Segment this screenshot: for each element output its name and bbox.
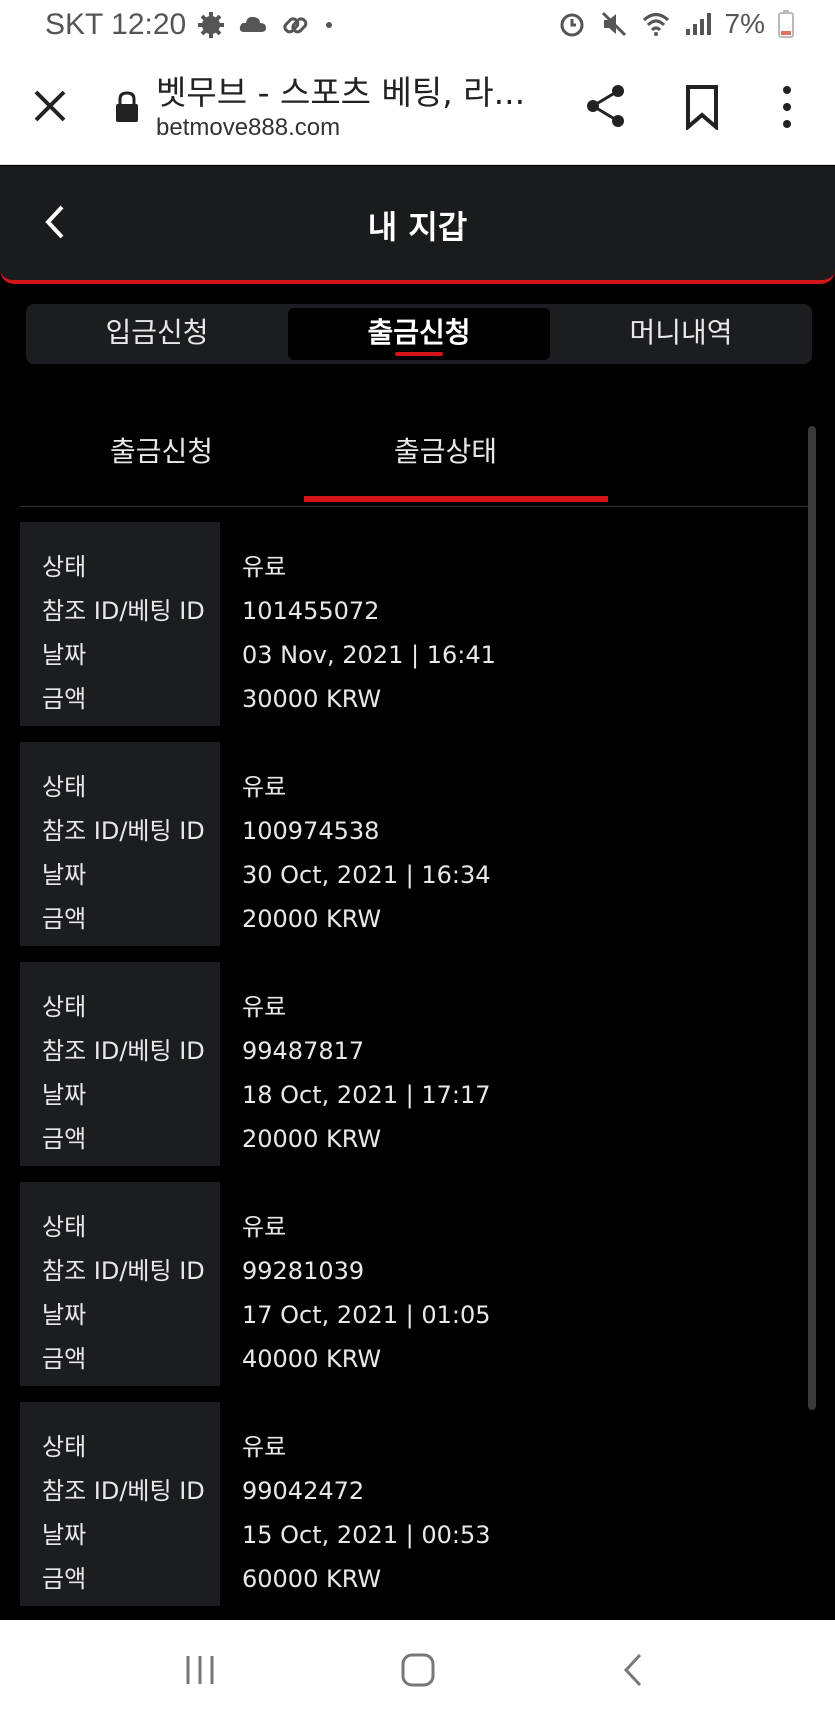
amount-label: 금액 (42, 1125, 87, 1153)
list-item: 상태 참조 ID/베팅 ID 날짜 금액 유료 99487817 18 Oct,… (20, 962, 800, 1166)
record-labels: 상태 참조 ID/베팅 ID 날짜 금액 (20, 1402, 220, 1606)
date-value: 18 Oct, 2021 | 17:17 (242, 1081, 491, 1109)
app-header: 내 지갑 (0, 166, 835, 284)
system-nav-bar (0, 1620, 835, 1716)
list-item: 상태 참조 ID/베팅 ID 날짜 금액 유료 99281039 17 Oct,… (20, 1182, 800, 1386)
status-label: 상태 (42, 993, 87, 1021)
record-values: 유료 100974538 30 Oct, 2021 | 16:34 20000 … (242, 742, 491, 944)
record-labels: 상태 참조 ID/베팅 ID 날짜 금액 (20, 962, 220, 1166)
withdrawal-records: 상태 참조 ID/베팅 ID 날짜 금액 유료 101455072 03 Nov… (20, 522, 800, 1622)
battery-icon (778, 10, 794, 38)
amount-label: 금액 (42, 1345, 87, 1373)
tab-label: 입금신청 (105, 316, 209, 349)
sub-tabs: 출금신청 출금상태 (20, 400, 815, 507)
record-values: 유료 99042472 15 Oct, 2021 | 00:53 60000 K… (242, 1402, 491, 1604)
tab-money-history[interactable]: 머니내역 (550, 304, 812, 364)
close-icon[interactable] (30, 86, 70, 126)
mute-icon (601, 11, 626, 37)
list-item: 상태 참조 ID/베팅 ID 날짜 금액 유료 100974538 30 Oct… (20, 742, 800, 946)
page-title-browser: 벳무브 - 스포츠 베팅, 라... (156, 73, 526, 112)
status-bar: SKT 12:20 7% (0, 0, 835, 52)
date-value: 15 Oct, 2021 | 00:53 (242, 1521, 491, 1549)
record-values: 유료 101455072 03 Nov, 2021 | 16:41 30000 … (242, 522, 496, 724)
tab-withdraw-request[interactable]: 출금신청 (288, 308, 550, 360)
list-item: 상태 참조 ID/베팅 ID 날짜 금액 유료 99042472 15 Oct,… (20, 1402, 800, 1606)
date-label: 날짜 (42, 1521, 87, 1549)
wifi-icon (642, 13, 669, 36)
ref-id-value: 100974538 (242, 817, 380, 845)
status-label: 상태 (42, 553, 87, 581)
ref-id-value: 99281039 (242, 1257, 365, 1285)
record-labels: 상태 참조 ID/베팅 ID 날짜 금액 (20, 522, 220, 726)
ref-id-label: 참조 ID/베팅 ID (42, 1257, 205, 1285)
back-icon[interactable] (612, 1648, 656, 1692)
subtab-withdraw-status[interactable]: 출금상태 (394, 430, 497, 470)
ref-id-label: 참조 ID/베팅 ID (42, 597, 205, 625)
amount-value: 30000 KRW (242, 685, 382, 713)
date-value: 03 Nov, 2021 | 16:41 (242, 641, 496, 669)
amount-label: 금액 (42, 685, 87, 713)
alarm-icon (560, 13, 584, 37)
lock-icon (116, 91, 138, 122)
tab-deposit-request[interactable]: 입금신청 (26, 304, 288, 364)
date-label: 날짜 (42, 861, 87, 889)
ref-id-value: 101455072 (242, 597, 380, 625)
record-values: 유료 99487817 18 Oct, 2021 | 17:17 20000 K… (242, 962, 491, 1164)
list-item: 상태 참조 ID/베팅 ID 날짜 금액 유료 101455072 03 Nov… (20, 522, 800, 726)
amount-value: 20000 KRW (242, 1125, 382, 1153)
more-vert-icon[interactable] (772, 82, 802, 132)
signal-icon (685, 13, 711, 35)
status-value: 유료 (242, 773, 287, 801)
home-icon[interactable] (396, 1648, 440, 1692)
browser-toolbar: 벳무브 - 스포츠 베팅, 라... betmove888.com (0, 52, 835, 165)
active-subtab-indicator (304, 496, 608, 502)
settings-gear-icon (198, 12, 224, 38)
bookmark-icon[interactable] (682, 84, 722, 130)
link-icon (283, 17, 308, 34)
status-label: 상태 (42, 1433, 87, 1461)
amount-label: 금액 (42, 905, 87, 933)
date-value: 30 Oct, 2021 | 16:34 (242, 861, 491, 889)
record-labels: 상태 참조 ID/베팅 ID 날짜 금액 (20, 742, 220, 946)
status-value: 유료 (242, 553, 287, 581)
record-values: 유료 99281039 17 Oct, 2021 | 01:05 40000 K… (242, 1182, 491, 1384)
date-label: 날짜 (42, 641, 87, 669)
ref-id-value: 99487817 (242, 1037, 365, 1065)
date-value: 17 Oct, 2021 | 01:05 (242, 1301, 491, 1329)
amount-label: 금액 (42, 1565, 87, 1593)
url-text[interactable]: betmove888.com (156, 114, 340, 142)
ref-id-label: 참조 ID/베팅 ID (42, 1477, 205, 1505)
battery-percent: 7% (724, 8, 765, 39)
cloud-icon (239, 16, 266, 32)
status-value: 유료 (242, 1433, 287, 1461)
active-tab-indicator (395, 352, 443, 356)
status-value: 유료 (242, 1213, 287, 1241)
ref-id-value: 99042472 (242, 1477, 365, 1505)
amount-value: 40000 KRW (242, 1345, 382, 1373)
tab-label: 머니내역 (629, 316, 733, 349)
page-title: 내 지갑 (367, 208, 468, 246)
tab-label: 출금신청 (367, 316, 471, 349)
main-tabs: 입금신청 출금신청 머니내역 (26, 304, 812, 364)
subtab-withdraw-request[interactable]: 출금신청 (110, 430, 213, 470)
ref-id-label: 참조 ID/베팅 ID (42, 1037, 205, 1065)
status-value: 유료 (242, 993, 287, 1021)
scrollbar[interactable] (808, 426, 816, 1410)
status-label: 상태 (42, 1213, 87, 1241)
carrier-time: SKT 12:20 (45, 8, 187, 41)
dot-icon (326, 22, 332, 28)
recents-icon[interactable] (178, 1648, 222, 1692)
date-label: 날짜 (42, 1081, 87, 1109)
amount-value: 20000 KRW (242, 905, 382, 933)
status-label: 상태 (42, 773, 87, 801)
date-label: 날짜 (42, 1301, 87, 1329)
share-icon[interactable] (584, 82, 628, 130)
ref-id-label: 참조 ID/베팅 ID (42, 817, 205, 845)
record-labels: 상태 참조 ID/베팅 ID 날짜 금액 (20, 1182, 220, 1386)
amount-value: 60000 KRW (242, 1565, 382, 1593)
